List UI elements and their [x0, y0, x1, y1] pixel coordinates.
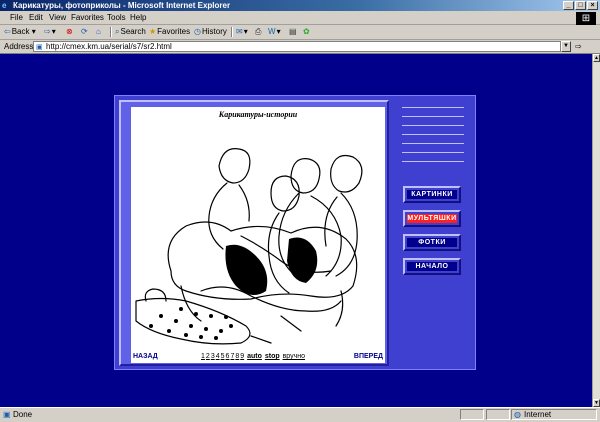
- globe-icon: ◍: [514, 410, 521, 419]
- window-titlebar: e Карикатуры, фотоприколы - Microsoft In…: [0, 0, 600, 11]
- refresh-icon: ⟳: [81, 27, 88, 36]
- menu-favorites[interactable]: Favorites: [71, 13, 104, 22]
- favorites-button[interactable]: ★Favorites: [149, 27, 190, 36]
- menu-button-home[interactable]: НАЧАЛО: [403, 258, 461, 275]
- page-link[interactable]: 8: [235, 353, 239, 360]
- zone-label: Internet: [524, 410, 552, 419]
- internet-explorer-icon: e: [2, 1, 7, 10]
- page-navigation: 123456789 auto stop вручно: [201, 353, 306, 360]
- page-content: Карикатуры-истории НАЗАД 123456789 auto …: [0, 54, 592, 407]
- minimize-button[interactable]: _: [563, 1, 574, 10]
- security-zone: ◍ Internet: [511, 409, 597, 420]
- page-link[interactable]: 9: [240, 353, 244, 360]
- page-link[interactable]: 2: [206, 353, 210, 360]
- refresh-button[interactable]: ⟳: [81, 27, 89, 36]
- menu-tools[interactable]: Tools: [107, 13, 126, 22]
- standard-toolbar: ⇦Back ▾ ⇨▾ ⊗ ⟳ ⌂ ⌕Search ★Favorites ◷His…: [0, 25, 600, 40]
- discuss-icon: ▤: [289, 27, 297, 36]
- maximize-button[interactable]: □: [575, 1, 586, 10]
- address-input[interactable]: ▣ http://cmex.km.ua/serial/s7/sr2.html: [33, 41, 561, 52]
- cartoon-frame: Карикатуры-истории НАЗАД 123456789 auto …: [119, 100, 389, 366]
- scroll-up-button[interactable]: ▲: [593, 54, 600, 62]
- address-url: http://cmex.km.ua/serial/s7/sr2.html: [46, 42, 172, 51]
- scroll-down-button[interactable]: ▼: [593, 399, 600, 407]
- main-frame: Карикатуры-истории НАЗАД 123456789 auto …: [114, 95, 476, 370]
- close-button[interactable]: ×: [587, 1, 598, 10]
- discuss-button[interactable]: ▤: [289, 27, 298, 36]
- cartoon-drawing: [135, 148, 363, 345]
- word-icon: W: [268, 27, 276, 36]
- edit-button[interactable]: W▾: [268, 27, 281, 36]
- menu-button-pictures[interactable]: КАРТИНКИ: [403, 186, 461, 203]
- windows-logo-throbber: ⊞: [576, 12, 596, 25]
- stop-link[interactable]: stop: [265, 353, 280, 360]
- page-link[interactable]: 5: [221, 353, 225, 360]
- status-text: Done: [13, 410, 33, 419]
- print-button[interactable]: ⎙: [255, 27, 262, 37]
- mail-button[interactable]: ✉▾: [236, 27, 248, 36]
- menu-view[interactable]: View: [49, 13, 66, 22]
- page-icon: ▣: [36, 44, 43, 51]
- back-button[interactable]: ⇦Back ▾: [4, 27, 36, 36]
- page-link[interactable]: 7: [230, 353, 234, 360]
- home-button[interactable]: ⌂: [96, 27, 102, 36]
- menu-bar: File Edit View Favorites Tools Help: [0, 11, 600, 25]
- page-link[interactable]: 6: [226, 353, 230, 360]
- back-arrow-icon: ⇦: [4, 27, 11, 36]
- decorative-lines: [402, 107, 464, 170]
- status-bar: ▣ Done ◍ Internet: [0, 407, 600, 422]
- favorites-icon: ★: [149, 27, 157, 36]
- history-icon: ◷: [194, 27, 201, 36]
- window-title: Карикатуры, фотоприколы - Microsoft Inte…: [13, 1, 231, 10]
- forward-arrow-icon: ⇨: [44, 27, 51, 36]
- back-link[interactable]: НАЗАД: [133, 353, 158, 360]
- messenger-icon: ✿: [303, 27, 310, 36]
- vertical-scrollbar[interactable]: ▲ ▼: [592, 54, 600, 407]
- address-dropdown-button[interactable]: ▼: [561, 41, 571, 52]
- manual-link[interactable]: вручно: [283, 353, 305, 360]
- menu-button-cartoons[interactable]: МУЛЬТЯШКИ: [403, 210, 461, 227]
- forward-link[interactable]: ВПЕРЕД: [354, 353, 383, 360]
- menu-edit[interactable]: Edit: [29, 13, 43, 22]
- menu-file[interactable]: File: [10, 13, 23, 22]
- messenger-button[interactable]: ✿: [303, 27, 311, 36]
- menu-button-photos[interactable]: ФОТКИ: [403, 234, 461, 251]
- forward-button[interactable]: ⇨▾: [44, 27, 56, 36]
- stop-button[interactable]: ⊗: [66, 27, 74, 36]
- page-link[interactable]: 3: [211, 353, 215, 360]
- page-link[interactable]: 4: [216, 353, 220, 360]
- search-icon: ⌕: [115, 27, 120, 36]
- menu-help[interactable]: Help: [130, 13, 146, 22]
- search-button[interactable]: ⌕Search: [115, 27, 146, 37]
- address-bar: Address ▣ http://cmex.km.ua/serial/s7/sr…: [0, 40, 600, 54]
- stop-icon: ⊗: [66, 27, 73, 36]
- home-icon: ⌂: [96, 27, 101, 36]
- history-button[interactable]: ◷History: [194, 27, 227, 36]
- page-done-icon: ▣: [3, 410, 11, 419]
- print-icon: ⎙: [255, 27, 262, 36]
- address-label: Address: [4, 42, 34, 51]
- cartoon-panel: Карикатуры-истории НАЗАД 123456789 auto …: [131, 107, 385, 363]
- go-button[interactable]: ⇨: [575, 41, 597, 52]
- auto-link[interactable]: auto: [247, 353, 262, 360]
- page-link[interactable]: 1: [201, 353, 205, 360]
- cartoon-title: Карикатуры-истории: [218, 110, 298, 119]
- mail-icon: ✉: [236, 27, 243, 36]
